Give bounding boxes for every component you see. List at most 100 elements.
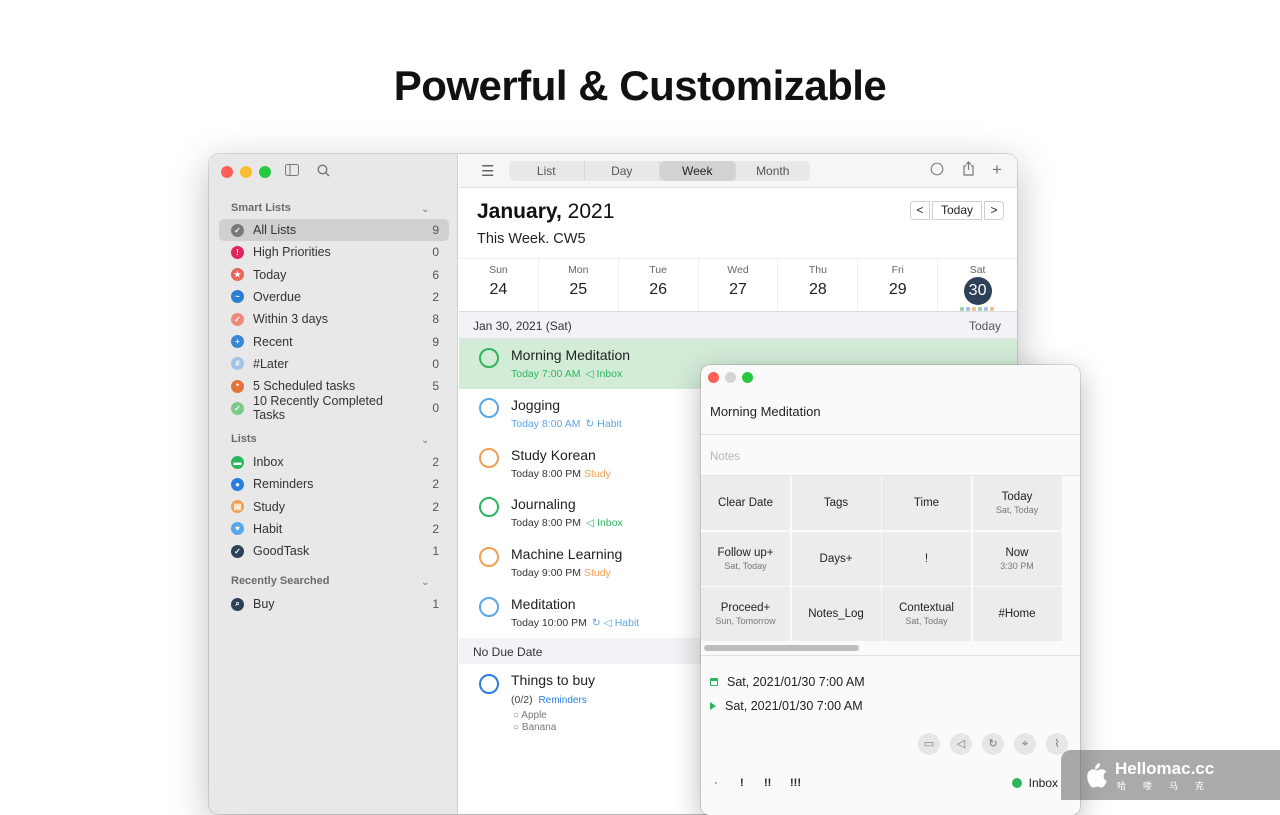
- quick-action-button[interactable]: !: [882, 531, 971, 586]
- quick-action-button[interactable]: Days+: [791, 531, 881, 586]
- sidebar-item[interactable]: ▬ Inbox 2: [219, 451, 449, 473]
- quick-action-button[interactable]: Proceed+ Sun, Tomorrow: [701, 587, 790, 641]
- due-date-row[interactable]: Sat, 2021/01/30 7:00 AM: [710, 675, 865, 689]
- sidebar-item[interactable]: # #Later 0: [219, 353, 449, 375]
- list-selector[interactable]: Inbox: [1011, 776, 1058, 790]
- horizontal-scrollbar[interactable]: [704, 645, 859, 651]
- date-relative-label: Today: [968, 319, 1001, 333]
- minimize-window-button[interactable]: [725, 372, 736, 383]
- task-time: Today 8:00 PM: [511, 517, 582, 530]
- chevron-down-icon[interactable]: ⌄: [421, 204, 429, 215]
- checkmark-circle-icon: ✓: [231, 223, 244, 237]
- quick-action-button[interactable]: Follow up+ Sat, Today: [701, 531, 790, 586]
- task-checkbox[interactable]: [479, 348, 499, 368]
- zoom-window-button[interactable]: [742, 372, 753, 383]
- close-window-button[interactable]: [708, 372, 719, 383]
- circle-icon[interactable]: [930, 162, 944, 179]
- day-column[interactable]: Tue 26: [619, 259, 699, 311]
- priority-medium-button[interactable]: !!: [764, 777, 771, 789]
- chevron-down-icon[interactable]: ⌄: [421, 435, 429, 446]
- quick-action-button[interactable]: Time: [882, 476, 971, 530]
- watermark-badge: Hellomac.cc 哈喽马克: [1061, 750, 1280, 800]
- quick-action-button[interactable]: #Home: [972, 587, 1062, 641]
- sidebar-item-label: 5 Scheduled tasks: [253, 379, 356, 394]
- task-list-name: Study: [583, 467, 611, 480]
- day-number: 28: [808, 281, 827, 298]
- zoom-window-button[interactable]: [259, 166, 271, 178]
- add-icon[interactable]: +: [992, 160, 1002, 180]
- quick-action-button[interactable]: Tags: [791, 476, 881, 530]
- share-icon[interactable]: [962, 161, 975, 179]
- priority-none-button[interactable]: ·: [714, 777, 718, 789]
- sidebar-item[interactable]: + Recent 9: [219, 331, 449, 353]
- popup-task-title[interactable]: Morning Meditation: [710, 404, 821, 419]
- task-checkbox[interactable]: [479, 547, 499, 568]
- tab-month[interactable]: Month: [736, 161, 811, 181]
- heart-icon: ♥: [231, 522, 244, 536]
- next-button[interactable]: >: [984, 201, 1004, 220]
- speaker-icon: ◁: [586, 517, 595, 530]
- action-label: Now: [1005, 546, 1029, 559]
- chevron-down-icon[interactable]: ⌄: [421, 577, 429, 588]
- task-meta: (0/2) Reminders: [511, 694, 587, 706]
- repeat-icon[interactable]: ↻: [982, 733, 1004, 755]
- task-checkbox[interactable]: [479, 397, 499, 418]
- notes-field[interactable]: Notes: [701, 434, 1080, 476]
- task-title: Journaling: [511, 496, 576, 513]
- location-icon[interactable]: ⌖: [1014, 733, 1036, 755]
- tab-list[interactable]: List: [509, 161, 585, 181]
- sidebar-item[interactable]: ● Reminders 2: [219, 473, 449, 495]
- close-window-button[interactable]: [221, 166, 233, 178]
- priority-high-button[interactable]: !!!: [790, 777, 801, 789]
- tab-day[interactable]: Day: [585, 161, 660, 181]
- sidebar-item[interactable]: ▤ Study 2: [219, 496, 449, 518]
- day-column[interactable]: Fri 29: [858, 259, 939, 311]
- search-icon[interactable]: [317, 164, 330, 180]
- sidebar-item[interactable]: ♥ Habit 2: [219, 518, 449, 540]
- quick-action-button[interactable]: Clear Date: [701, 476, 790, 530]
- subtask-item: ○ Banana: [513, 722, 557, 733]
- minimize-window-button[interactable]: [240, 166, 252, 178]
- task-checkbox[interactable]: [479, 597, 499, 617]
- menu-icon[interactable]: ☰: [481, 162, 494, 180]
- quick-action-button[interactable]: Now 3:30 PM: [972, 531, 1062, 586]
- sidebar-item-label: All Lists: [253, 223, 297, 237]
- sidebar-item[interactable]: ~ Overdue 2: [219, 286, 449, 308]
- sidebar-item[interactable]: ✓ 10 Recently Completed Tasks 0: [219, 394, 449, 422]
- sidebar-toggle-icon[interactable]: [285, 164, 299, 179]
- prev-button[interactable]: <: [910, 201, 930, 220]
- quick-action-button[interactable]: Notes_Log: [791, 587, 881, 641]
- quick-action-button[interactable]: Contextual Sat, Today: [882, 587, 971, 641]
- asterisk-icon: *: [231, 379, 244, 393]
- apple-logo-icon: [1087, 763, 1107, 788]
- day-column[interactable]: Mon 25: [539, 259, 619, 311]
- speaker-icon[interactable]: ◁: [950, 733, 972, 755]
- sidebar-item[interactable]: ⌕ Buy 1: [219, 593, 449, 615]
- task-checkbox[interactable]: [479, 447, 499, 468]
- sidebar-item-count: 2: [432, 477, 439, 492]
- sidebar-item[interactable]: ✓ GoodTask 1: [219, 540, 449, 562]
- sidebar-item-label: High Priorities: [253, 245, 331, 260]
- book-icon: ▤: [231, 500, 244, 514]
- sidebar-item[interactable]: ★ Today 6: [219, 264, 449, 286]
- day-name: Wed: [727, 264, 749, 276]
- task-meta: Today 8:00 AM ↻ Habit: [511, 418, 622, 430]
- quick-action-button[interactable]: Today Sat, Today: [972, 476, 1062, 530]
- calendar-icon[interactable]: ▭: [918, 733, 940, 755]
- dot-icon: ●: [231, 477, 244, 491]
- task-indicator-dots: [960, 307, 995, 311]
- today-button[interactable]: Today: [932, 201, 982, 220]
- sidebar-item[interactable]: ✓ Within 3 days 8: [219, 308, 449, 330]
- day-column[interactable]: Wed 27: [699, 259, 779, 311]
- tab-week[interactable]: Week: [660, 161, 736, 181]
- search-icon: ⌕: [231, 597, 244, 611]
- task-checkbox[interactable]: [479, 497, 499, 518]
- sidebar-item[interactable]: ! High Priorities 0: [219, 241, 449, 263]
- day-column[interactable]: Thu 28: [778, 259, 859, 311]
- day-column[interactable]: Sat 30: [938, 259, 1017, 311]
- sidebar-item[interactable]: ✓ All Lists 9: [219, 219, 449, 241]
- task-checkbox[interactable]: [479, 674, 499, 694]
- priority-low-button[interactable]: !: [740, 777, 744, 789]
- day-column[interactable]: Sun 24: [459, 259, 539, 311]
- alert-date-row[interactable]: Sat, 2021/01/30 7:00 AM: [710, 699, 863, 713]
